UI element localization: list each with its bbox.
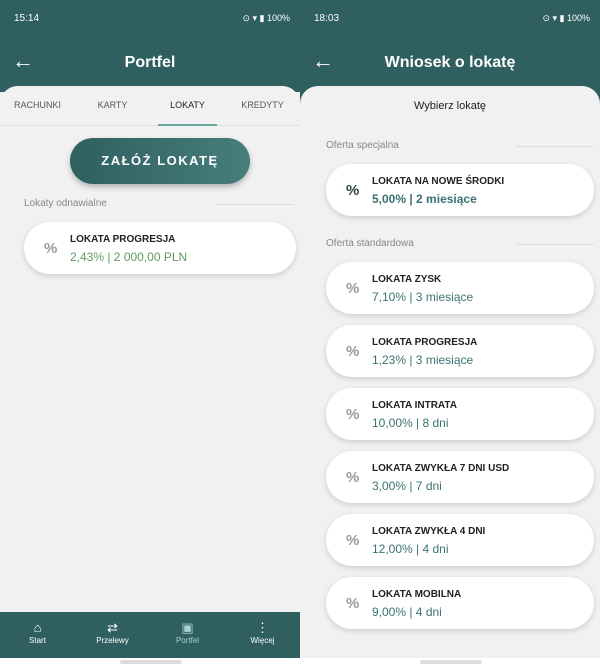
status-time: 15:14 <box>14 13 40 24</box>
section-divider <box>516 244 594 245</box>
deposit-card[interactable]: % LOKATA PROGRESJA 2,43% | 2 000,00 PLN <box>24 222 296 274</box>
percent-icon: % <box>346 595 360 612</box>
nav-label: Start <box>29 636 46 645</box>
offer-card[interactable]: % LOKATA MOBILNA 9,00% | 4 dni <box>326 577 594 629</box>
content-sheet: RACHUNKI KARTY LOKATY KREDYTY ZAŁÓŻ LOKA… <box>0 86 300 612</box>
deposit-application-screen: 18:03 ⊙ ▾ ▮ 100% ← Wniosek o lokatę Wybi… <box>300 0 600 668</box>
percent-icon: % <box>44 240 58 257</box>
section-label: Oferta specjalna <box>326 140 399 151</box>
offer-card[interactable]: % LOKATA PROGRESJA 1,23% | 3 miesiące <box>326 325 594 377</box>
app-bar: ← Wniosek o lokatę <box>300 36 600 92</box>
wallet-icon: ▣ <box>181 620 194 635</box>
content-sheet: Wybierz lokatę Oferta specjalna % LOKATA… <box>300 86 600 658</box>
offer-name: LOKATA INTRATA <box>372 400 457 411</box>
offer-card[interactable]: % LOKATA ZWYKŁA 4 DNI 12,00% | 4 dni <box>326 514 594 566</box>
nav-label: Przelewy <box>96 636 129 645</box>
percent-icon: % <box>346 469 360 486</box>
nav-wiecej[interactable]: ⋮ Więcej <box>225 612 300 658</box>
offer-name: LOKATA MOBILNA <box>372 589 462 600</box>
percent-icon: % <box>346 532 360 549</box>
deposit-detail: 2,43% | 2 000,00 PLN <box>70 250 188 264</box>
offer-card[interactable]: % LOKATA ZWYKŁA 7 DNI USD 3,00% | 7 dni <box>326 451 594 503</box>
app-bar: ← Portfel <box>0 36 300 92</box>
deposit-name: LOKATA PROGRESJA <box>70 234 176 245</box>
offer-detail: 3,00% | 7 dni <box>372 479 442 493</box>
home-indicator-bar <box>0 658 300 668</box>
bottom-navigation: ⌂ Start ⇄ Przelewy ▣ Portfel ⋮ Więcej <box>0 612 300 658</box>
percent-icon: % <box>346 406 360 423</box>
offer-detail: 1,23% | 3 miesiące <box>372 353 474 367</box>
transfer-icon: ⇄ <box>107 620 118 635</box>
nav-przelewy[interactable]: ⇄ Przelewy <box>75 612 150 658</box>
nav-start[interactable]: ⌂ Start <box>0 612 75 658</box>
offer-name: LOKATA ZYSK <box>372 274 442 285</box>
offer-detail: 9,00% | 4 dni <box>372 605 442 619</box>
offer-card[interactable]: % LOKATA INTRATA 10,00% | 8 dni <box>326 388 594 440</box>
portfolio-screen: 15:14 ⊙ ▾ ▮ 100% ← Portfel RACHUNKI KART… <box>0 0 300 668</box>
page-title: Portfel <box>124 54 176 71</box>
status-icons: ⊙ ▾ ▮ 100% <box>542 13 590 23</box>
offer-detail: 7,10% | 3 miesiące <box>372 290 474 304</box>
tab-lokaty[interactable]: LOKATY <box>150 86 225 126</box>
tab-kredyty[interactable]: KREDYTY <box>225 86 300 125</box>
offer-name: LOKATA NA NOWE ŚRODKI <box>372 176 505 187</box>
home-indicator-bar <box>300 658 600 668</box>
section-divider <box>216 204 294 205</box>
offer-card[interactable]: % LOKATA ZYSK 7,10% | 3 miesiące <box>326 262 594 314</box>
nav-portfel[interactable]: ▣ Portfel <box>150 612 225 658</box>
home-indicator[interactable] <box>120 660 182 664</box>
tab-karty[interactable]: KARTY <box>75 86 150 125</box>
status-icons: ⊙ ▾ ▮ 100% <box>242 13 290 23</box>
offer-detail: 5,00% | 2 miesiące <box>372 192 477 206</box>
nav-label: Portfel <box>175 636 200 645</box>
status-bar: 18:03 ⊙ ▾ ▮ 100% <box>300 0 600 36</box>
special-offer-card[interactable]: % LOKATA NA NOWE ŚRODKI 5,00% | 2 miesią… <box>326 164 594 216</box>
home-indicator[interactable] <box>420 660 482 664</box>
more-icon: ⋮ <box>256 620 269 635</box>
offer-detail: 10,00% | 8 dni <box>372 416 449 430</box>
offer-name: LOKATA ZWYKŁA 7 DNI USD <box>372 463 510 474</box>
offer-name: LOKATA PROGRESJA <box>372 337 478 348</box>
tab-bar: RACHUNKI KARTY LOKATY KREDYTY <box>0 86 300 126</box>
percent-icon: % <box>346 182 360 199</box>
choose-deposit-heading: Wybierz lokatę <box>413 100 487 112</box>
page-title: Wniosek o lokatę <box>384 54 516 71</box>
home-icon: ⌂ <box>33 620 42 635</box>
percent-icon: % <box>346 343 360 360</box>
section-label: Oferta standardowa <box>326 238 414 249</box>
section-label: Lokaty odnawialne <box>24 198 107 209</box>
offer-name: LOKATA ZWYKŁA 4 DNI <box>372 526 486 537</box>
section-divider <box>516 146 594 147</box>
nav-label: Więcej <box>250 636 275 645</box>
open-deposit-button[interactable]: ZAŁÓŻ LOKATĘ <box>70 138 250 184</box>
tab-rachunki[interactable]: RACHUNKI <box>0 86 75 125</box>
percent-icon: % <box>346 280 360 297</box>
status-time: 18:03 <box>314 13 340 24</box>
offer-detail: 12,00% | 4 dni <box>372 542 449 556</box>
status-bar: 15:14 ⊙ ▾ ▮ 100% <box>0 0 300 36</box>
